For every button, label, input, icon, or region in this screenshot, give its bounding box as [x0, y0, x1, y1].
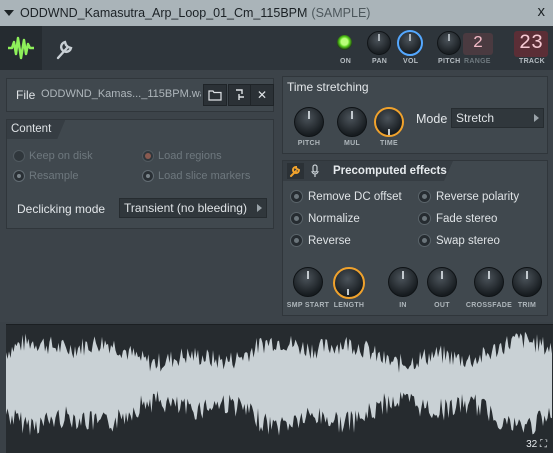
- stretch-time-knob[interactable]: [374, 107, 404, 137]
- volume-knob[interactable]: [397, 30, 423, 56]
- stretch-mode-select[interactable]: Stretch: [451, 108, 544, 128]
- normalize-option[interactable]: Normalize: [290, 212, 360, 225]
- load-regions-option[interactable]: Load regions: [142, 150, 222, 162]
- track-display[interactable]: 23: [514, 31, 548, 57]
- radio-icon: [418, 190, 431, 203]
- range-label: RANGE: [464, 58, 491, 65]
- sample-start-label: SMP START: [286, 302, 330, 309]
- wrench-icon: [56, 40, 73, 60]
- fade-out-knob[interactable]: [427, 267, 457, 297]
- radio-icon: [13, 150, 25, 162]
- waveform-plot: [6, 331, 552, 436]
- time-stretching-panel: Time stretching PITCH MUL TIME Mode Stre…: [282, 76, 548, 154]
- stretch-mul-label: MUL: [343, 140, 361, 147]
- radio-icon: [142, 170, 154, 182]
- trim-knob[interactable]: [512, 267, 542, 297]
- file-label: File: [16, 88, 36, 102]
- window-subtitle: (SAMPLE): [311, 6, 371, 20]
- time-stretching-title: Time stretching: [287, 80, 369, 94]
- vol-label: VOL: [403, 58, 419, 65]
- reverse-option[interactable]: Reverse: [290, 234, 351, 247]
- channel-toolbar: ON PAN VOL PITCH RANGE 2 23 TRACK: [0, 26, 553, 70]
- radio-icon: [290, 234, 303, 247]
- unload-button[interactable]: ✕: [250, 84, 274, 106]
- fade-out-label: OUT: [434, 302, 450, 309]
- pitch-range-display[interactable]: 2: [463, 33, 493, 55]
- pan-knob[interactable]: [367, 31, 391, 55]
- waveform-zoom-value[interactable]: 32 ⛶: [526, 439, 547, 450]
- radio-icon: [290, 190, 303, 203]
- window-title: ODDWND_Kamasutra_Arp_Loop_01_Cm_115BPM: [20, 6, 308, 20]
- crossfade-label: CROSSFADE: [465, 302, 513, 309]
- waveform-shape: [6, 331, 552, 436]
- declicking-mode-label: Declicking mode: [17, 202, 106, 216]
- load-slice-markers-option[interactable]: Load slice markers: [142, 170, 250, 182]
- crossfade-knob[interactable]: [474, 267, 504, 297]
- precomputed-effects-panel: Precomputed effects Remove DC offset Rev…: [282, 160, 548, 316]
- close-window-icon[interactable]: x: [538, 3, 546, 20]
- content-panel: Content Keep on disk Load regions Resamp…: [6, 119, 274, 229]
- on-label: ON: [340, 58, 352, 65]
- microphone-icon[interactable]: [310, 164, 320, 178]
- stretch-time-label: TIME: [380, 140, 398, 147]
- swap-stereo-option[interactable]: Swap stereo: [418, 234, 500, 247]
- waveform-icon: [8, 36, 34, 60]
- wrench-icon: [290, 165, 301, 177]
- stretch-mul-knob[interactable]: [337, 107, 367, 137]
- mode-label: Mode: [416, 112, 448, 126]
- effects-settings-button[interactable]: [287, 163, 304, 179]
- pan-label: PAN: [372, 58, 388, 65]
- resample-option[interactable]: Resample: [13, 170, 79, 182]
- title-bar: ODDWND_Kamasutra_Arp_Loop_01_Cm_115BPM (…: [0, 0, 553, 26]
- pitch-knob[interactable]: [437, 31, 461, 55]
- settings-tab[interactable]: [48, 34, 82, 62]
- reverse-polarity-option[interactable]: Reverse polarity: [418, 190, 519, 203]
- declicking-mode-select[interactable]: Transient (no bleeding): [119, 198, 267, 218]
- stretch-pitch-label: PITCH: [297, 140, 321, 147]
- content-title: Content: [7, 120, 65, 139]
- stretch-pitch-knob[interactable]: [294, 107, 324, 137]
- locate-icon: [236, 89, 244, 100]
- keep-on-disk-option[interactable]: Keep on disk: [13, 150, 93, 162]
- fade-in-knob[interactable]: [388, 267, 418, 297]
- radio-icon: [418, 212, 431, 225]
- browse-button[interactable]: [203, 84, 227, 106]
- fade-stereo-option[interactable]: Fade stereo: [418, 212, 497, 225]
- radio-icon: [418, 234, 431, 247]
- locate-button[interactable]: [228, 84, 252, 106]
- sample-start-knob[interactable]: [293, 267, 323, 297]
- file-name: ODDWND_Kamas..._115BPM.wav: [41, 88, 201, 100]
- chevron-right-icon: [257, 204, 262, 212]
- radio-icon: [142, 150, 154, 162]
- on-toggle[interactable]: [337, 35, 352, 50]
- chevron-right-icon: [534, 114, 539, 122]
- fade-in-label: IN: [399, 302, 407, 309]
- trim-label: TRIM: [517, 302, 537, 309]
- menu-arrow-icon[interactable]: [4, 10, 14, 16]
- radio-icon: [290, 212, 303, 225]
- precomputed-effects-title: Precomputed effects: [333, 165, 447, 177]
- folder-icon: [208, 90, 222, 101]
- file-panel: File ODDWND_Kamas..._115BPM.wav ✕: [6, 78, 274, 112]
- pitch-label: PITCH: [438, 58, 461, 65]
- waveform-view[interactable]: 32 ⛶: [6, 324, 553, 453]
- close-icon: ✕: [256, 88, 268, 102]
- length-label: LENGTH: [333, 302, 365, 309]
- remove-dc-offset-option[interactable]: Remove DC offset: [290, 190, 402, 203]
- waveform-tab[interactable]: [0, 26, 42, 70]
- track-label: TRACK: [519, 58, 545, 65]
- length-knob[interactable]: [333, 267, 365, 299]
- radio-icon: [13, 170, 25, 182]
